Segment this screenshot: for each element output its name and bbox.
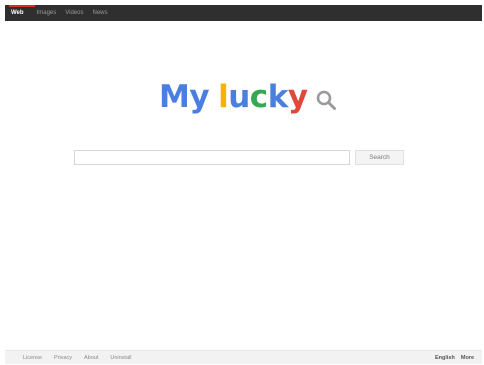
top-nav-bar: Web Images Videos News — [5, 5, 482, 21]
magnifier-icon — [316, 90, 336, 110]
logo-letter: y — [287, 79, 308, 115]
logo-letter: M — [159, 79, 190, 115]
language-selector[interactable]: English — [435, 355, 455, 361]
logo-letter: c — [249, 79, 268, 115]
top-nav: Web Images Videos News — [11, 5, 117, 21]
more-link[interactable]: More — [461, 355, 474, 361]
footer-link-privacy[interactable]: Privacy — [54, 355, 72, 361]
footer-links: License Privacy About Uninstall — [23, 351, 143, 364]
nav-item-images[interactable]: Images — [37, 5, 57, 21]
footer-link-license[interactable]: License — [23, 355, 42, 361]
search-page: Web Images Videos News My lucky Search L… — [5, 5, 482, 364]
logo-text: My lucky — [159, 77, 308, 117]
footer-link-about[interactable]: About — [84, 355, 98, 361]
nav-item-videos[interactable]: Videos — [65, 5, 83, 21]
logo-letter: l — [218, 79, 229, 115]
search-button[interactable]: Search — [355, 150, 404, 165]
footer: License Privacy About Uninstall English … — [5, 350, 482, 364]
nav-item-web[interactable]: Web — [11, 5, 24, 21]
search-input[interactable] — [74, 150, 350, 165]
search-bar: Search — [74, 150, 404, 165]
nav-item-news[interactable]: News — [93, 5, 108, 21]
footer-link-uninstall[interactable]: Uninstall — [110, 355, 131, 361]
search-logo: My lucky — [159, 77, 337, 117]
footer-right-links: English More — [429, 351, 474, 364]
logo-letter: k — [267, 79, 289, 115]
logo-letter: y — [189, 79, 210, 115]
logo-letter: u — [228, 79, 250, 115]
logo-space — [209, 77, 218, 117]
